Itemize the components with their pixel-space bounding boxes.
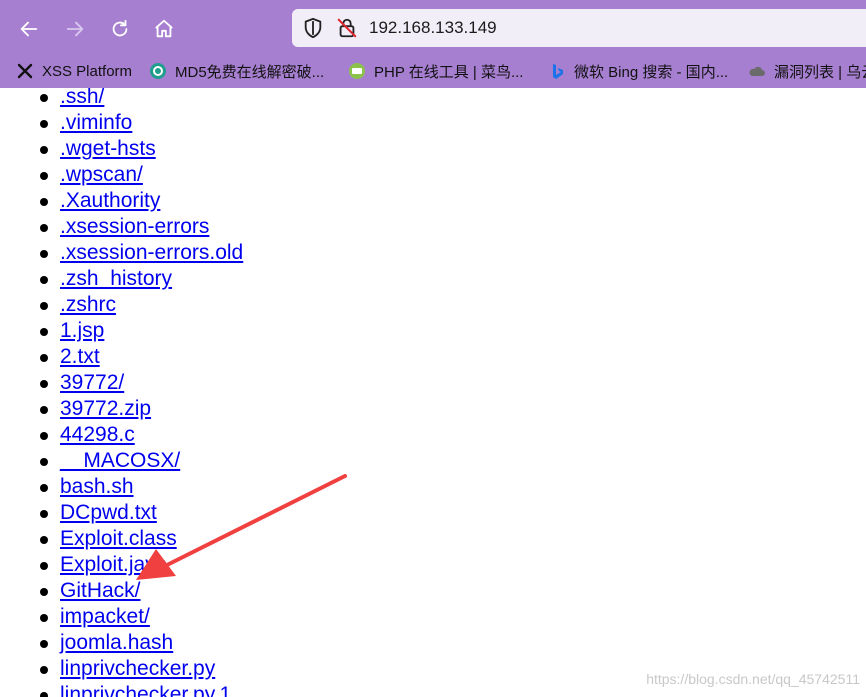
cloud-icon — [749, 66, 765, 76]
url-text[interactable]: 192.168.133.149 — [369, 16, 497, 40]
list-item: 39772/ — [36, 370, 243, 396]
file-link[interactable]: .zshrc — [60, 293, 116, 316]
list-item: __MACOSX/ — [36, 448, 243, 474]
list-item: .wpscan/ — [36, 162, 243, 188]
file-link[interactable]: linprivchecker.py — [60, 657, 215, 680]
file-link[interactable]: 1.jsp — [60, 319, 104, 342]
file-link[interactable]: 44298.c — [60, 423, 135, 446]
bookmark-wooyun[interactable]: 漏洞列表 | 乌云 — [748, 60, 866, 82]
reload-button[interactable] — [103, 12, 137, 46]
list-item: .xsession-errors — [36, 214, 243, 240]
file-link[interactable]: .xsession-errors — [60, 215, 209, 238]
home-button[interactable] — [147, 12, 181, 46]
list-item: .ssh/ — [36, 88, 243, 110]
bookmark-label: MD5免费在线解密破... — [175, 63, 325, 81]
list-item: joomla.hash — [36, 630, 243, 656]
list-item: 2.txt — [36, 344, 243, 370]
watermark: https://blog.csdn.net/qq_45742511 — [646, 671, 860, 687]
shield-icon[interactable] — [302, 17, 324, 39]
list-item: .wget-hsts — [36, 136, 243, 162]
bookmark-label: 微软 Bing 搜索 - 国内... — [574, 63, 729, 81]
file-link[interactable]: 39772/ — [60, 371, 124, 394]
bookmark-bing[interactable]: 微软 Bing 搜索 - 国内... — [548, 60, 728, 82]
annotation-arrow-icon — [136, 474, 347, 580]
bing-icon — [553, 64, 563, 79]
file-link[interactable]: GitHack/ — [60, 579, 141, 602]
file-link[interactable]: .Xauthority — [60, 189, 160, 212]
file-link[interactable]: 2.txt — [60, 345, 100, 368]
list-item: impacket/ — [36, 604, 243, 630]
file-link[interactable]: .viminfo — [60, 111, 132, 134]
back-button[interactable] — [12, 12, 46, 46]
list-item: 39772.zip — [36, 396, 243, 422]
file-link[interactable]: impacket/ — [60, 605, 150, 628]
x-icon — [17, 63, 33, 79]
file-link[interactable]: joomla.hash — [60, 631, 173, 654]
bookmark-label: PHP 在线工具 | 菜鸟... — [374, 63, 524, 81]
file-link[interactable]: .xsession-errors.old — [60, 241, 243, 264]
list-item: 1.jsp — [36, 318, 243, 344]
file-link[interactable]: .ssh/ — [60, 88, 104, 108]
bookmark-label: 漏洞列表 | 乌云 — [774, 63, 866, 81]
file-link[interactable]: 39772.zip — [60, 397, 151, 420]
bookmarks-bar: XSS Platform MD5免费在线解密破... PHP 在线工具 | 菜鸟… — [0, 56, 866, 86]
reload-icon — [112, 19, 128, 37]
bookmark-php-tools[interactable]: PHP 在线工具 | 菜鸟... — [348, 60, 523, 82]
list-item: linprivchecker.py.1 — [36, 682, 243, 697]
md5-icon — [150, 63, 166, 79]
list-item: .zsh_history — [36, 266, 243, 292]
page-content: .ssh/ .viminfo .wget-hsts .wpscan/ .Xaut… — [0, 88, 866, 697]
bookmark-md5[interactable]: MD5免费在线解密破... — [149, 60, 324, 82]
file-link[interactable]: bash.sh — [60, 475, 134, 498]
file-link[interactable]: __MACOSX/ — [60, 449, 180, 472]
list-item: linprivchecker.py — [36, 656, 243, 682]
list-item: .viminfo — [36, 110, 243, 136]
file-link[interactable]: linprivchecker.py.1 — [60, 683, 231, 697]
back-arrow-icon — [20, 21, 38, 37]
file-link[interactable]: .wget-hsts — [60, 137, 156, 160]
forward-button[interactable] — [58, 12, 92, 46]
bookmark-label: XSS Platform — [42, 62, 133, 80]
bookmark-xss-platform[interactable]: XSS Platform — [16, 60, 132, 82]
file-link[interactable]: .zsh_history — [60, 267, 172, 290]
browser-toolbar: 192.168.133.149 XSS Platform MD5免费在线解密破.… — [0, 0, 866, 88]
home-icon — [155, 19, 173, 38]
directory-listing: .ssh/ .viminfo .wget-hsts .wpscan/ .Xaut… — [36, 88, 243, 697]
insecure-lock-icon[interactable] — [336, 17, 358, 39]
list-item: .Xauthority — [36, 188, 243, 214]
forward-arrow-icon — [66, 21, 84, 37]
php-icon — [349, 63, 365, 79]
list-item: .xsession-errors.old — [36, 240, 243, 266]
file-link[interactable]: .wpscan/ — [60, 163, 143, 186]
list-item: .zshrc — [36, 292, 243, 318]
list-item: 44298.c — [36, 422, 243, 448]
address-bar[interactable]: 192.168.133.149 — [292, 9, 866, 47]
